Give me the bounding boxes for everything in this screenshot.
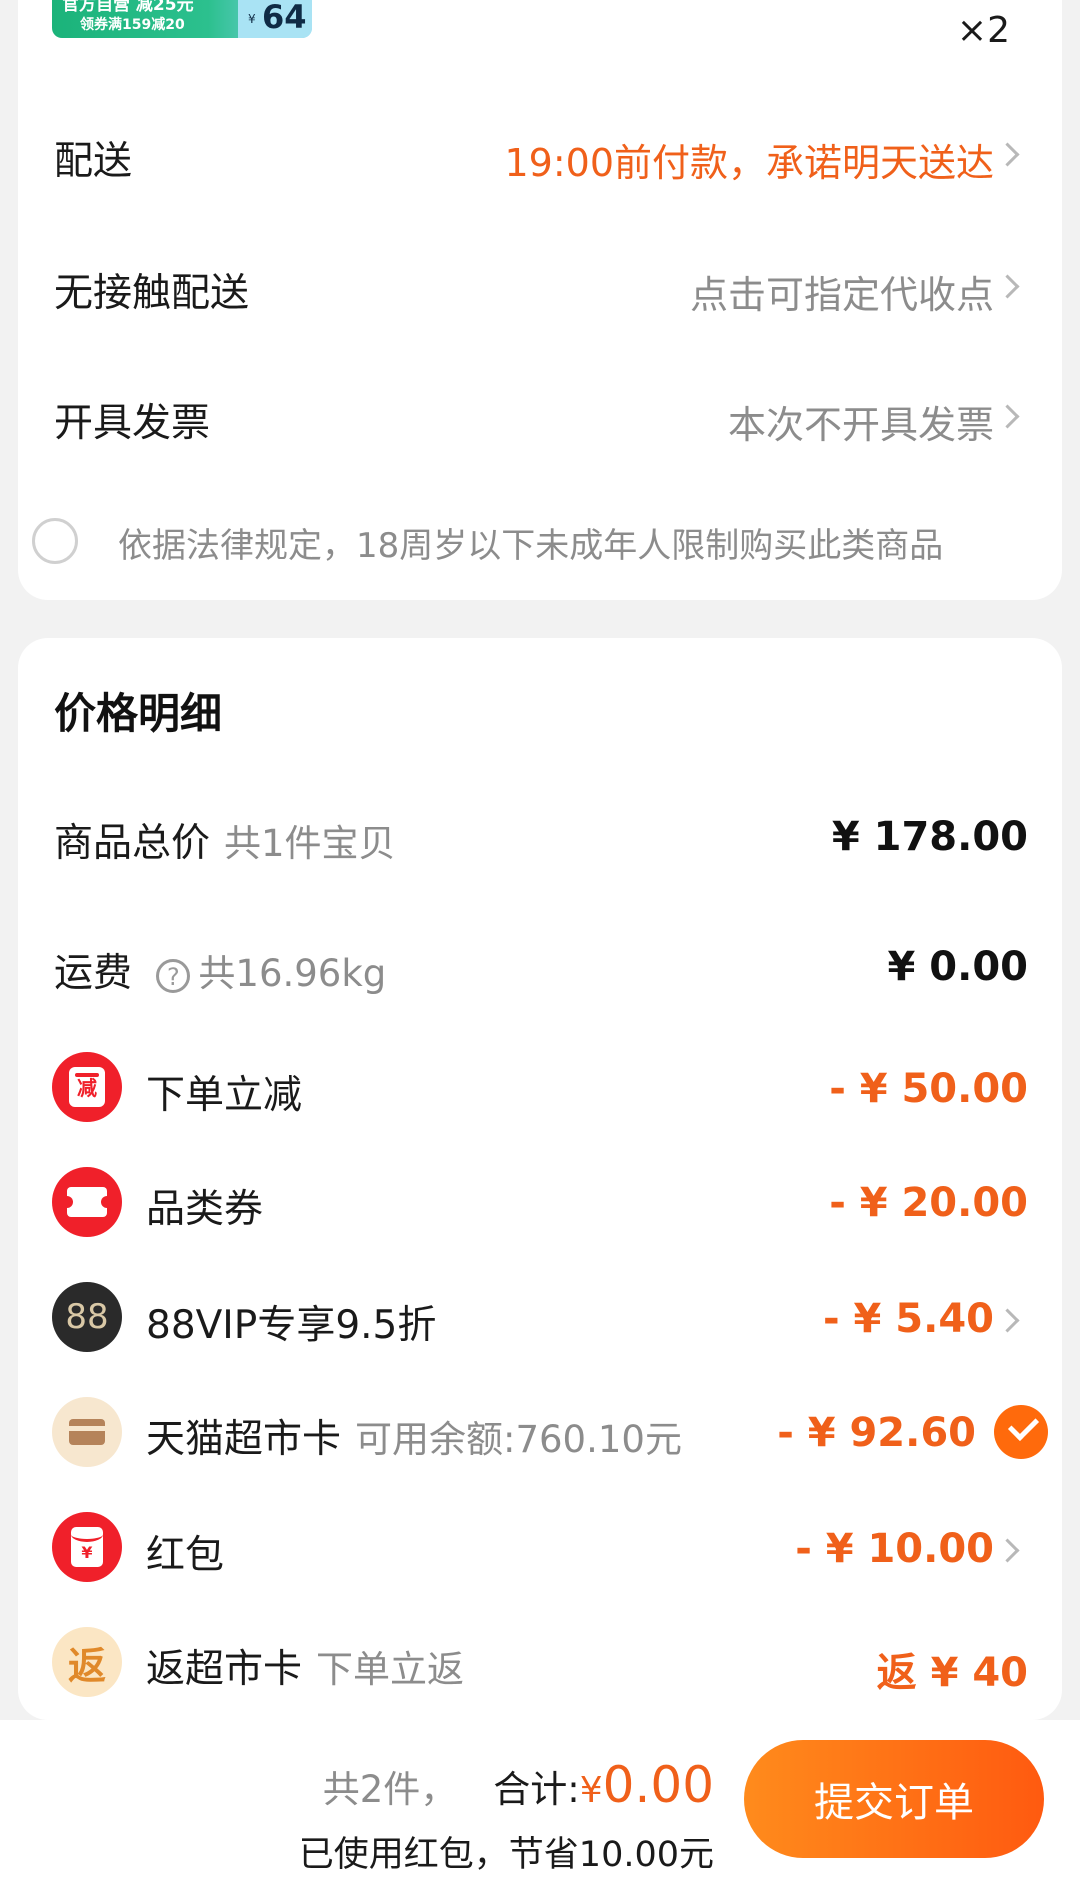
- instant-discount-value: - ¥ 50.00: [829, 1066, 1028, 1112]
- checkout-saved: 已使用红包，节省10.00元: [298, 1835, 714, 1875]
- fan-badge-icon: 返: [52, 1627, 122, 1697]
- tmall-card-check-icon[interactable]: [994, 1405, 1048, 1459]
- shipping-value: ¥ 0.00: [887, 944, 1028, 990]
- price-detail-title: 价格明细: [54, 689, 223, 738]
- red-packet-value[interactable]: - ¥ 10.00: [795, 1526, 994, 1572]
- card-icon: [52, 1397, 122, 1467]
- checkout-amount: 0.00: [602, 1756, 714, 1814]
- vip-discount-value[interactable]: - ¥ 5.40: [823, 1296, 994, 1342]
- submit-order-label: 提交订单: [814, 1781, 974, 1825]
- cashback-row: 返超市卡 下单立返: [146, 1638, 464, 1694]
- watermark-logo: 值值值: [1011, 1855, 1068, 1876]
- promo-yen: ¥: [248, 12, 256, 26]
- promo-value: 64: [262, 0, 307, 36]
- items-total-row: 商品总价 共1件宝贝: [54, 812, 396, 868]
- red-packet-icon: ¥: [52, 1512, 122, 1582]
- delivery-value[interactable]: 19:00前付款，承诺明天送达: [504, 132, 994, 187]
- legal-notice: 依据法律规定，18周岁以下未成年人限制购买此类商品: [118, 526, 944, 566]
- tmall-card-row: 天猫超市卡 可用余额:760.10元: [146, 1408, 682, 1464]
- promo-banner: 官方自营 减25元 领券满159减20 ¥ 64: [52, 0, 312, 38]
- cashback-label: 返超市卡: [146, 1647, 303, 1692]
- cashback-value: 返 ¥ 40: [876, 1650, 1028, 1696]
- contactless-value[interactable]: 点击可指定代收点: [690, 264, 994, 319]
- items-total-value: ¥ 178.00: [831, 814, 1028, 860]
- items-total-sub: 共1件宝贝: [224, 822, 396, 865]
- items-total-label: 商品总价: [54, 821, 211, 866]
- checkout-bar: 共2件， 合计:¥0.00 已使用红包，节省10.00元 提交订单 值值值: [0, 1720, 1080, 1885]
- tmall-card-value: - ¥ 92.60: [777, 1410, 976, 1456]
- legal-agree-radio[interactable]: [32, 518, 78, 564]
- 88vip-icon: 88: [52, 1282, 122, 1352]
- promo-line2: 领券满159减20: [80, 17, 185, 33]
- delivery-label: 配送: [54, 139, 133, 184]
- contactless-label: 无接触配送: [54, 271, 250, 316]
- jian-badge-icon: 减: [52, 1052, 122, 1122]
- instant-discount-label: 下单立减: [146, 1073, 303, 1118]
- category-coupon-label: 品类券: [146, 1187, 264, 1232]
- checkout-total: 共2件， 合计:¥0.00: [323, 1756, 714, 1814]
- promo-price-tag: ¥ 64: [238, 0, 312, 38]
- shipping-label: 运费: [54, 951, 133, 996]
- help-icon[interactable]: ?: [156, 958, 191, 993]
- promo-banner-text: 官方自营 减25元 领券满159减20: [52, 0, 234, 38]
- shipping-sub: 共16.96kg: [198, 952, 387, 995]
- tmall-card-balance: 可用余额:760.10元: [355, 1418, 682, 1461]
- checkout-total-label: 合计:: [493, 1768, 580, 1811]
- checkout-count: 共2件，: [322, 1768, 458, 1811]
- invoice-value[interactable]: 本次不开具发票: [728, 394, 994, 449]
- submit-order-button[interactable]: 提交订单: [744, 1740, 1044, 1858]
- category-coupon-value: - ¥ 20.00: [829, 1180, 1028, 1226]
- tmall-card-label: 天猫超市卡: [146, 1417, 342, 1462]
- invoice-label: 开具发票: [54, 401, 211, 446]
- checkout-yen: ¥: [579, 1770, 603, 1811]
- vip-discount-label: 88VIP专享9.5折: [146, 1303, 437, 1348]
- promo-line1: 官方自营 减25元: [62, 0, 194, 15]
- ticket-icon: [52, 1167, 122, 1237]
- cashback-sub: 下单立返: [316, 1648, 465, 1691]
- shipping-row: 运费 ? 共16.96kg: [54, 942, 386, 998]
- item-quantity: ×2: [956, 10, 1010, 51]
- red-packet-label: 红包: [146, 1533, 225, 1578]
